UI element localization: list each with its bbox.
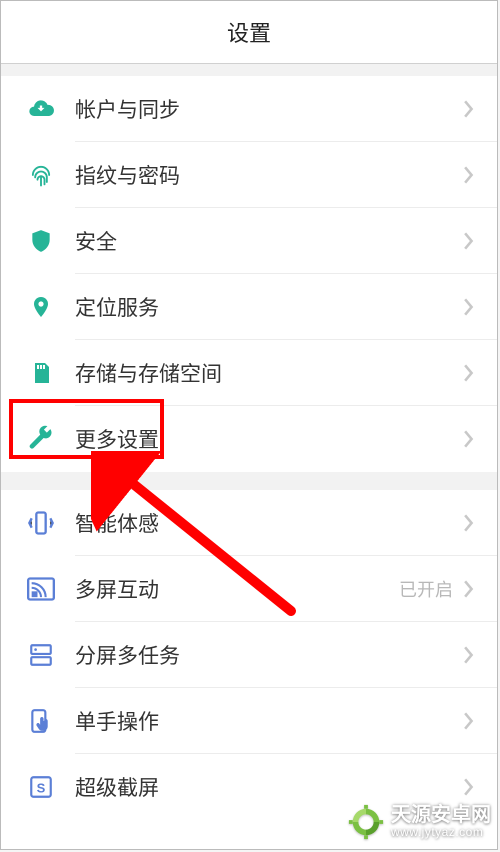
row-label: 指纹与密码 bbox=[75, 160, 463, 190]
watermark-url: www.jytyaz.com bbox=[391, 826, 483, 839]
row-split-screen[interactable]: 分屏多任务 bbox=[1, 622, 497, 688]
row-label: 智能体感 bbox=[75, 508, 463, 538]
row-one-hand[interactable]: 单手操作 bbox=[1, 688, 497, 754]
row-account-sync[interactable]: 帐户与同步 bbox=[1, 76, 497, 142]
row-location[interactable]: 定位服务 bbox=[1, 274, 497, 340]
watermark: 天源安卓网 www.jytyaz.com bbox=[347, 803, 491, 841]
row-label: 安全 bbox=[75, 226, 463, 256]
group-gap bbox=[1, 64, 497, 76]
row-more-settings[interactable]: 更多设置 bbox=[1, 406, 497, 472]
svg-text:S: S bbox=[37, 780, 46, 795]
page-title: 设置 bbox=[227, 16, 271, 48]
split-icon bbox=[25, 639, 57, 671]
wrench-icon bbox=[25, 423, 57, 455]
row-label: 更多设置 bbox=[75, 424, 463, 454]
chevron-right-icon bbox=[463, 778, 477, 796]
row-storage[interactable]: 存储与存储空间 bbox=[1, 340, 497, 406]
watermark-logo-icon bbox=[347, 803, 385, 841]
row-label: 帐户与同步 bbox=[75, 94, 463, 124]
fingerprint-icon bbox=[25, 159, 57, 191]
chevron-right-icon bbox=[463, 580, 477, 598]
chevron-right-icon bbox=[463, 514, 477, 532]
chevron-right-icon bbox=[463, 364, 477, 382]
touch-icon bbox=[25, 705, 57, 737]
row-label: 存储与存储空间 bbox=[75, 358, 463, 388]
row-label: 多屏互动 bbox=[75, 574, 399, 604]
chevron-right-icon bbox=[463, 712, 477, 730]
chevron-right-icon bbox=[463, 430, 477, 448]
row-security[interactable]: 安全 bbox=[1, 208, 497, 274]
shield-icon bbox=[25, 225, 57, 257]
chevron-right-icon bbox=[463, 298, 477, 316]
row-label: 超级截屏 bbox=[75, 772, 463, 802]
group-divider bbox=[1, 472, 497, 490]
cast-icon bbox=[25, 573, 57, 605]
row-label: 分屏多任务 bbox=[75, 640, 463, 670]
sd-card-icon bbox=[25, 357, 57, 389]
chevron-right-icon bbox=[463, 100, 477, 118]
page-header: 设置 bbox=[1, 1, 497, 64]
row-multi-screen[interactable]: 多屏互动 已开启 bbox=[1, 556, 497, 622]
cloud-sync-icon bbox=[25, 93, 57, 125]
chevron-right-icon bbox=[463, 232, 477, 250]
row-smart-motion[interactable]: 智能体感 bbox=[1, 490, 497, 556]
row-trailing-status: 已开启 bbox=[399, 576, 453, 602]
chevron-right-icon bbox=[463, 166, 477, 184]
row-label: 单手操作 bbox=[75, 706, 463, 736]
chevron-right-icon bbox=[463, 646, 477, 664]
row-label: 定位服务 bbox=[75, 292, 463, 322]
watermark-title: 天源安卓网 bbox=[391, 805, 491, 826]
phone-shake-icon bbox=[25, 507, 57, 539]
screenshot-s-icon: S bbox=[25, 771, 57, 803]
row-fingerprint[interactable]: 指纹与密码 bbox=[1, 142, 497, 208]
settings-screen: 设置 帐户与同步 指纹与密码 安全 定位服务 bbox=[0, 0, 498, 850]
location-icon bbox=[25, 291, 57, 323]
